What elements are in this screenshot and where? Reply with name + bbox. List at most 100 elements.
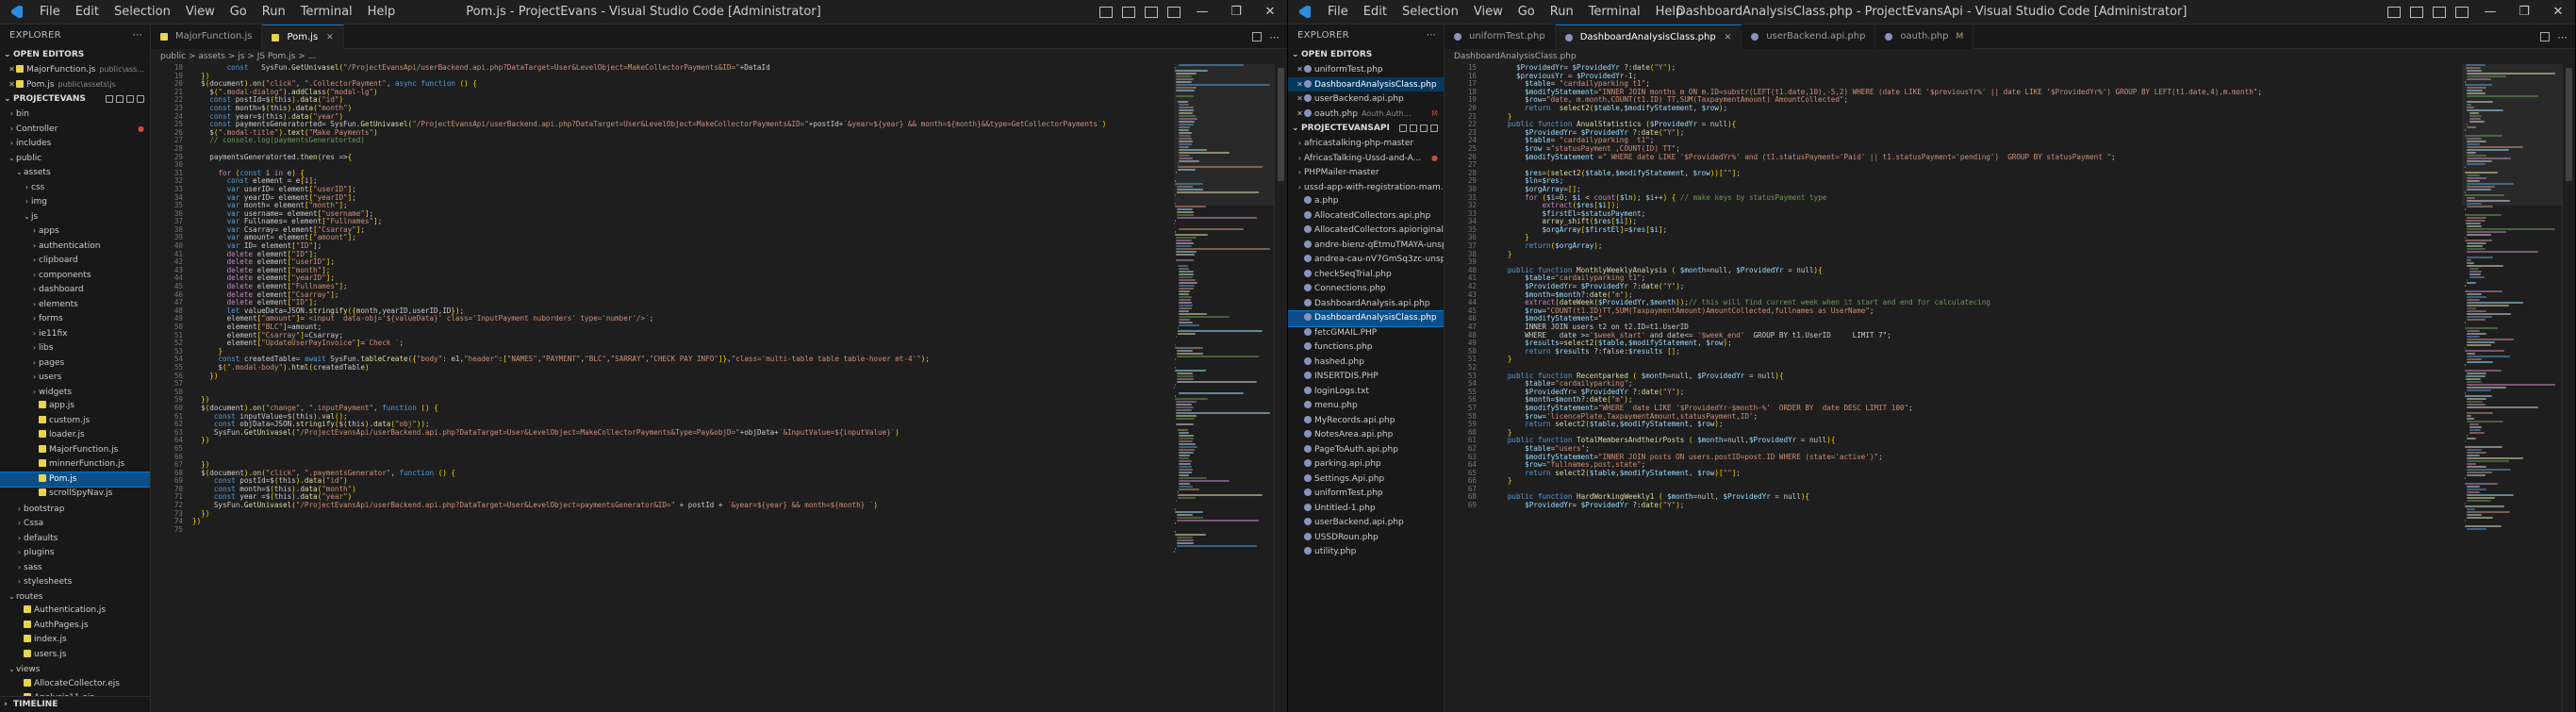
folder-item[interactable]: › bootstrap [0,502,150,517]
file-item[interactable]: utility.php [1288,545,1444,560]
file-item[interactable]: loader.js [0,428,150,443]
close-window-button[interactable]: ✕ [1253,0,1287,25]
menu-item-selection[interactable]: Selection [1395,0,1466,25]
folder-item[interactable]: › dashboard [0,282,150,297]
file-item[interactable]: functions.php [1288,340,1444,356]
project-section[interactable]: ⌄ PROJECTEVANSAPI [1288,121,1444,136]
toggle-panel-icon[interactable] [1122,7,1135,18]
split-editor-icon[interactable] [2540,32,2550,41]
menu-item-selection[interactable]: Selection [107,0,178,25]
folder-item[interactable]: › clipboard [0,253,150,268]
menu-item-run[interactable]: Run [1543,0,1581,25]
folder-item[interactable]: › bin [0,107,150,122]
folder-item[interactable]: › sass [0,560,150,575]
folder-item[interactable]: › ussd-app-with-registration-mam... [1288,180,1444,195]
more-actions-icon[interactable]: ⋯ [2557,31,2568,43]
close-editor-icon[interactable]: ✕ [1296,77,1304,92]
folder-item[interactable]: › img [0,194,150,209]
breadcrumb[interactable]: DashboardAnalysisClass.php [1445,49,2575,64]
file-item[interactable]: parking.api.php [1288,457,1444,472]
file-item[interactable]: loginLogs.txt [1288,385,1444,400]
file-item[interactable]: menu.php [1288,399,1444,414]
new-file-icon[interactable] [106,95,113,103]
close-editor-icon[interactable]: ✕ [8,62,16,77]
source-code[interactable]: const SysFun.GetUnivasel("/ProjectEvansA… [192,64,1174,534]
minimize-button[interactable]: — [2473,0,2507,25]
menu-item-view[interactable]: View [178,0,223,25]
folder-item[interactable]: › plugins [0,545,150,560]
folder-item[interactable]: › components [0,268,150,283]
file-item[interactable]: custom.js [0,414,150,429]
file-item[interactable]: DashboardAnalysis.api.php [1288,297,1444,312]
file-item[interactable]: userBackend.api.php [1288,516,1444,531]
file-item[interactable]: AllocatedCollectors.api.php [1288,209,1444,224]
timeline-section[interactable]: › TIMELINE [0,697,150,712]
folder-item[interactable]: ⌄routes [0,589,150,604]
project-section[interactable]: ⌄ PROJECTEVANS [0,91,150,107]
folder-item[interactable]: › libs [0,340,150,356]
file-item[interactable]: a.php [1288,194,1444,209]
folder-item[interactable]: › users [0,370,150,385]
file-item[interactable]: index.js [0,633,150,648]
new-folder-icon[interactable] [116,95,124,103]
folder-item[interactable]: › widgets [0,385,150,400]
menu-item-terminal[interactable]: Terminal [1581,0,1648,25]
file-item[interactable]: USSDRoun.php [1288,531,1444,546]
open-editors-section[interactable]: ⌄ OPEN EDITORS [1288,47,1444,62]
restore-button[interactable]: ❐ [1219,0,1253,25]
editor-tab[interactable]: userBackend.api.php [1742,25,1876,49]
folder-item[interactable]: › elements [0,297,150,312]
folder-item[interactable]: › PHPMailer-master [1288,165,1444,180]
folder-item[interactable]: › css [0,180,150,195]
file-item[interactable]: minnerFunction.js [0,457,150,472]
open-editor-item[interactable]: ✕ uniformTest.php [1288,62,1444,77]
source-code[interactable]: $ProvidedYr= $ProvidedYr ?:date("Y"); $p… [1486,64,2460,510]
toggle-sidebar-icon[interactable] [2387,7,2401,18]
file-item[interactable]: Untitled-1.php [1288,502,1444,517]
menu-item-edit[interactable]: Edit [68,0,107,25]
new-folder-icon[interactable] [1410,124,1417,132]
close-editor-icon[interactable]: ✕ [1296,62,1304,77]
open-editor-item[interactable]: ✕ MajorFunction.js public\ass... [0,62,150,77]
file-item[interactable]: hashed.php [1288,356,1444,371]
folder-item[interactable]: ⌄assets [0,165,150,180]
minimap[interactable] [2462,64,2562,712]
folder-item[interactable]: › forms [0,311,150,326]
close-editor-icon[interactable]: ✕ [1296,91,1304,107]
folder-item[interactable]: › Controller ● [0,122,150,137]
close-window-button[interactable]: ✕ [2541,0,2575,25]
toggle-panel-icon[interactable] [2410,7,2423,18]
open-editor-item[interactable]: ✕ DashboardAnalysisClass.php [1288,76,1444,92]
file-item[interactable]: AuthPages.js [0,619,150,634]
scrollbar-thumb[interactable] [2566,68,2572,181]
file-item[interactable]: uniformTest.php [1288,487,1444,502]
collapse-all-icon[interactable] [1430,124,1438,132]
open-editor-item[interactable]: ✕ userBackend.api.php [1288,91,1444,107]
file-item[interactable]: andrea-cau-nV7GmSq3zc-unspl... [1288,253,1444,268]
folder-item[interactable]: › authentication [0,239,150,254]
folder-item[interactable]: › AfricasTalking-Ussd-and-A... ● [1288,151,1444,166]
file-item[interactable]: AllocateCollector.ejs [0,677,150,692]
folder-item[interactable]: › ie11fix [0,326,150,341]
file-item[interactable]: Authentication.js [0,604,150,619]
open-editors-section[interactable]: ⌄ OPEN EDITORS [0,47,150,62]
more-actions-icon[interactable]: ⋯ [1269,31,1280,43]
editor-tab[interactable]: oauth.php M [1875,25,1974,49]
file-item[interactable]: andre-bienz-qEtmuTMAYA-unspl... [1288,239,1444,254]
file-item[interactable]: PageToAuth.api.php [1288,443,1444,458]
file-item[interactable]: checkSeqTrial.php [1288,268,1444,283]
folder-item[interactable]: › pages [0,356,150,371]
folder-item[interactable]: ⌄public [0,151,150,166]
folder-item[interactable]: ⌄js [0,209,150,224]
customize-layout-icon[interactable] [2455,7,2469,18]
open-editor-item[interactable]: ✕ Pom.js public\assets\js [0,77,150,92]
minimap[interactable] [1174,64,1274,712]
more-actions-icon[interactable]: ⋯ [1427,25,1436,47]
folder-item[interactable]: › includes [0,136,150,151]
toggle-sidebar-icon[interactable] [1099,7,1113,18]
folder-item[interactable]: › africastalking-php-master [1288,136,1444,151]
toggle-secondary-sidebar-icon[interactable] [1145,7,1158,18]
code-editor[interactable]: 15 16 17 18 19 20 21 22 23 24 25 26 27 28 29 30 31 32 33 34… [1445,64,2460,712]
menu-item-run[interactable]: Run [255,0,293,25]
folder-item[interactable]: › Cssa [0,516,150,531]
